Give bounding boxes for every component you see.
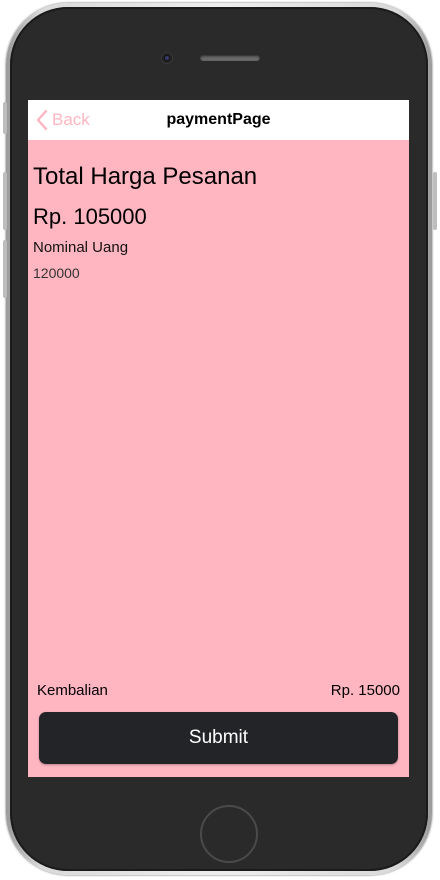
total-amount: Rp. 105000: [33, 204, 147, 229]
payment-details: Total Harga Pesanan Rp. 105000 Nominal U…: [33, 160, 404, 284]
change-value: Rp. 15000: [330, 681, 400, 699]
total-heading: Total Harga Pesanan: [33, 163, 258, 190]
page-title: paymentPage: [166, 111, 271, 128]
change-row: Kembalian Rp. 15000: [37, 680, 400, 700]
mute-switch: [3, 102, 7, 134]
cash-amount-input[interactable]: [33, 262, 333, 284]
cash-label: Nominal Uang: [33, 239, 129, 256]
change-label: Kembalian: [37, 681, 108, 699]
submit-button[interactable]: Submit: [39, 712, 398, 764]
volume-down-button: [3, 240, 7, 298]
volume-up-button: [3, 172, 7, 230]
power-button: [433, 172, 437, 230]
earpiece-speaker: [200, 55, 260, 61]
payment-screen: Back paymentPage Total Harga Pesanan Rp.…: [28, 100, 409, 777]
navigation-bar: Back paymentPage: [28, 100, 409, 140]
home-button[interactable]: [200, 805, 258, 863]
front-camera: [162, 53, 172, 63]
